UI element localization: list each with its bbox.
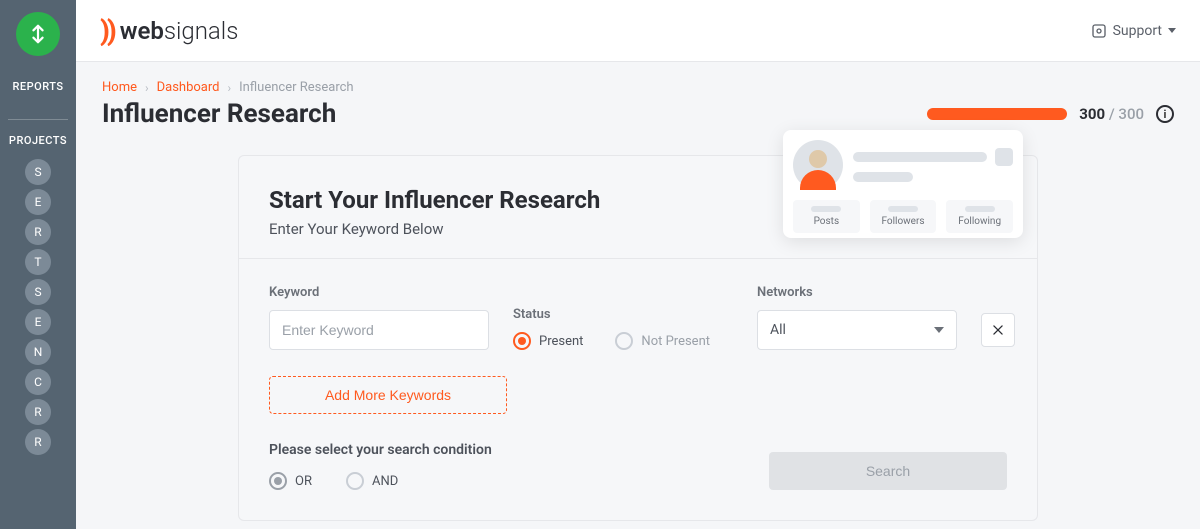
breadcrumb-home[interactable]: Home xyxy=(102,80,137,95)
profile-stat-following: Following xyxy=(946,200,1013,233)
info-icon[interactable]: i xyxy=(1156,105,1174,123)
status-not-present-label: Not Present xyxy=(641,334,710,349)
app-logo[interactable] xyxy=(16,12,60,56)
support-menu[interactable]: Support xyxy=(1091,23,1176,39)
radio-icon xyxy=(615,332,633,350)
support-label: Support xyxy=(1113,23,1162,39)
usage-total: 300 xyxy=(1118,105,1144,123)
page-title: Influencer Research xyxy=(102,99,354,129)
status-present-radio[interactable]: Present xyxy=(513,332,583,350)
chevron-right-icon: › xyxy=(145,81,149,95)
sidebar-project-chip[interactable]: E xyxy=(25,189,51,215)
remove-keyword-button[interactable] xyxy=(981,313,1015,347)
networks-label: Networks xyxy=(757,285,1015,300)
close-icon xyxy=(991,323,1005,337)
sidebar-project-chip[interactable]: R xyxy=(25,399,51,425)
radio-icon xyxy=(346,472,364,490)
status-not-present-radio[interactable]: Not Present xyxy=(615,332,710,350)
avatar-icon xyxy=(793,140,843,190)
profile-stat-posts: Posts xyxy=(793,200,860,233)
chevron-right-icon: › xyxy=(227,81,231,95)
sidebar-project-chip[interactable]: E xyxy=(25,309,51,335)
add-more-keywords-button[interactable]: Add More Keywords xyxy=(269,376,507,414)
sidebar-project-chip[interactable]: S xyxy=(25,279,51,305)
usage-used: 300 xyxy=(1079,105,1105,123)
sidebar-section-projects[interactable]: PROJECTS xyxy=(8,119,68,147)
sidebar-project-chip[interactable]: N xyxy=(25,339,51,365)
brand-wave-icon: )) xyxy=(100,14,114,47)
condition-label: Please select your search condition xyxy=(269,442,492,458)
caret-down-icon xyxy=(934,327,944,333)
breadcrumb: Home › Dashboard › Influencer Research xyxy=(102,80,354,95)
sidebar-section-reports[interactable]: REPORTS xyxy=(12,80,63,93)
usage-meter: 300 / 300 i xyxy=(927,105,1174,129)
status-present-label: Present xyxy=(539,334,583,349)
profile-preview-widget: Posts Followers Following xyxy=(783,130,1023,238)
caret-down-icon xyxy=(1168,28,1176,33)
condition-or-radio[interactable]: OR xyxy=(269,472,312,490)
radio-icon xyxy=(513,332,531,350)
brand-name-light: signals xyxy=(164,17,239,45)
brand-name-strong: web xyxy=(120,17,164,45)
sidebar: REPORTS PROJECTS SERTSENCRR xyxy=(0,0,76,529)
condition-and-label: AND xyxy=(372,474,398,489)
usage-bar xyxy=(927,108,1067,120)
brand[interactable]: )) websignals xyxy=(100,14,238,47)
networks-value: All xyxy=(770,322,786,338)
breadcrumb-current: Influencer Research xyxy=(239,80,354,95)
research-card: Posts Followers Following Start Your Inf… xyxy=(238,155,1038,521)
support-icon xyxy=(1091,23,1107,39)
sidebar-project-chip[interactable]: C xyxy=(25,369,51,395)
radio-icon xyxy=(269,472,287,490)
sidebar-project-chip[interactable]: R xyxy=(25,429,51,455)
keyword-label: Keyword xyxy=(269,285,489,300)
keyword-input[interactable] xyxy=(269,310,489,350)
condition-or-label: OR xyxy=(295,474,312,489)
condition-and-radio[interactable]: AND xyxy=(346,472,398,490)
sidebar-project-chip[interactable]: R xyxy=(25,219,51,245)
status-label: Status xyxy=(513,307,733,322)
usage-text: 300 / 300 xyxy=(1079,105,1144,123)
sidebar-project-chip[interactable]: S xyxy=(25,159,51,185)
profile-stat-followers: Followers xyxy=(870,200,937,233)
networks-select[interactable]: All xyxy=(757,310,957,350)
breadcrumb-dashboard[interactable]: Dashboard xyxy=(157,80,220,95)
topbar: )) websignals Support xyxy=(76,0,1200,62)
sidebar-project-chip[interactable]: T xyxy=(25,249,51,275)
page: Home › Dashboard › Influencer Research I… xyxy=(76,62,1200,529)
search-button[interactable]: Search xyxy=(769,452,1007,490)
